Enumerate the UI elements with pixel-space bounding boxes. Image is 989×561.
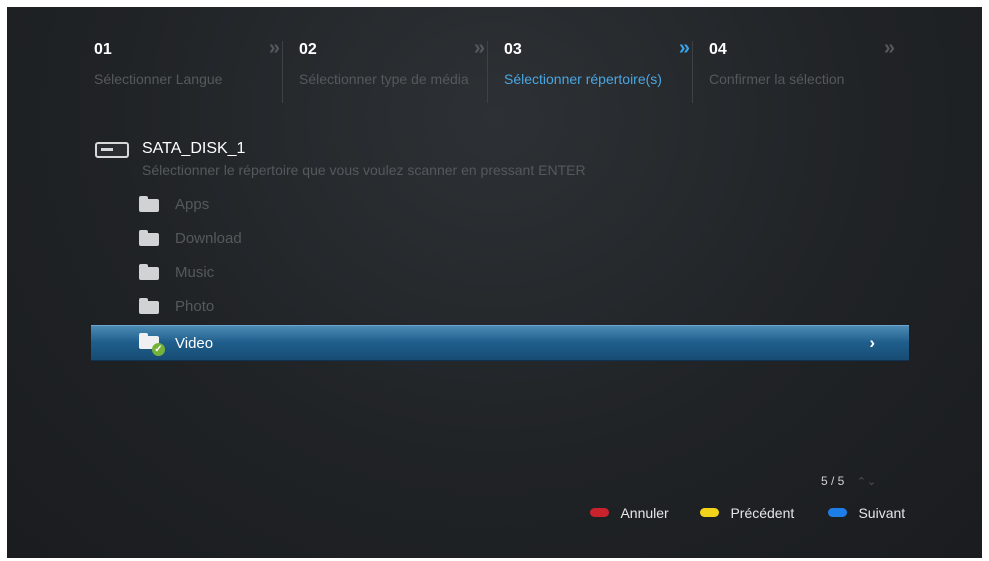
chevron-right-icon: »: [473, 37, 485, 59]
step-divider: [692, 41, 693, 103]
step-label: Confirmer la sélection: [709, 71, 845, 87]
cancel-label: Annuler: [620, 504, 669, 521]
blue-key-icon: [828, 508, 847, 518]
folder-icon: [139, 264, 159, 280]
step-04: 04 Confirmer la sélection »: [702, 29, 895, 124]
checkmark-icon: ✓: [152, 343, 165, 356]
folder-item-photo[interactable]: Photo: [91, 290, 909, 324]
folder-label: Apps: [175, 196, 210, 213]
cancel-key[interactable]: Annuler: [590, 504, 669, 522]
instruction-text: Sélectionner le répertoire que vous voul…: [142, 162, 586, 178]
folder-label: Video: [175, 335, 214, 352]
wizard-steps: 01 Sélectionner Langue » 02 Sélectionner…: [87, 29, 909, 124]
up-down-arrows-icon: ⌃⌄: [856, 476, 878, 488]
folder-item-music[interactable]: Music: [91, 256, 909, 290]
step-03: 03 Sélectionner répertoire(s) »: [497, 29, 693, 124]
folder-item-download[interactable]: Download: [91, 222, 909, 256]
step-02: 02 Sélectionner type de média »: [292, 29, 488, 124]
chevron-right-icon: »: [678, 37, 690, 59]
yellow-key-icon: [700, 508, 719, 518]
step-divider: [282, 41, 283, 103]
next-key[interactable]: Suivant: [828, 504, 905, 522]
folder-icon: [139, 298, 159, 314]
chevron-right-icon: »: [268, 37, 280, 59]
hard-drive-icon: [95, 142, 129, 158]
page-indicator: 5 / 5 ⌃⌄: [821, 474, 877, 488]
next-label: Suivant: [858, 504, 906, 521]
step-number: 02: [299, 41, 317, 58]
previous-label: Précédent: [730, 504, 795, 521]
chevron-right-icon: ›: [869, 333, 875, 352]
red-key-icon: [590, 508, 609, 518]
step-number: 03: [504, 41, 522, 58]
step-number: 01: [94, 41, 112, 58]
step-label: Sélectionner type de média: [299, 71, 469, 87]
folder-icon: [139, 196, 159, 212]
step-label: Sélectionner Langue: [94, 71, 223, 87]
folder-list: Apps Download Music Photo ✓ Video ›: [91, 188, 909, 361]
step-number: 04: [709, 41, 727, 58]
folder-label: Music: [175, 264, 215, 281]
tv-screen: 01 Sélectionner Langue » 02 Sélectionner…: [7, 7, 982, 558]
folder-item-apps[interactable]: Apps: [91, 188, 909, 222]
folder-label: Download: [175, 230, 242, 247]
step-01: 01 Sélectionner Langue »: [87, 29, 283, 124]
step-label: Sélectionner répertoire(s): [504, 71, 662, 87]
folder-icon: [139, 230, 159, 246]
folder-label: Photo: [175, 298, 215, 315]
folder-item-video[interactable]: ✓ Video ›: [91, 325, 909, 361]
page-count: 5 / 5: [821, 474, 845, 488]
step-divider: [487, 41, 488, 103]
chevron-right-icon: »: [883, 37, 895, 59]
previous-key[interactable]: Précédent: [700, 504, 794, 522]
drive-name: SATA_DISK_1: [142, 140, 246, 157]
